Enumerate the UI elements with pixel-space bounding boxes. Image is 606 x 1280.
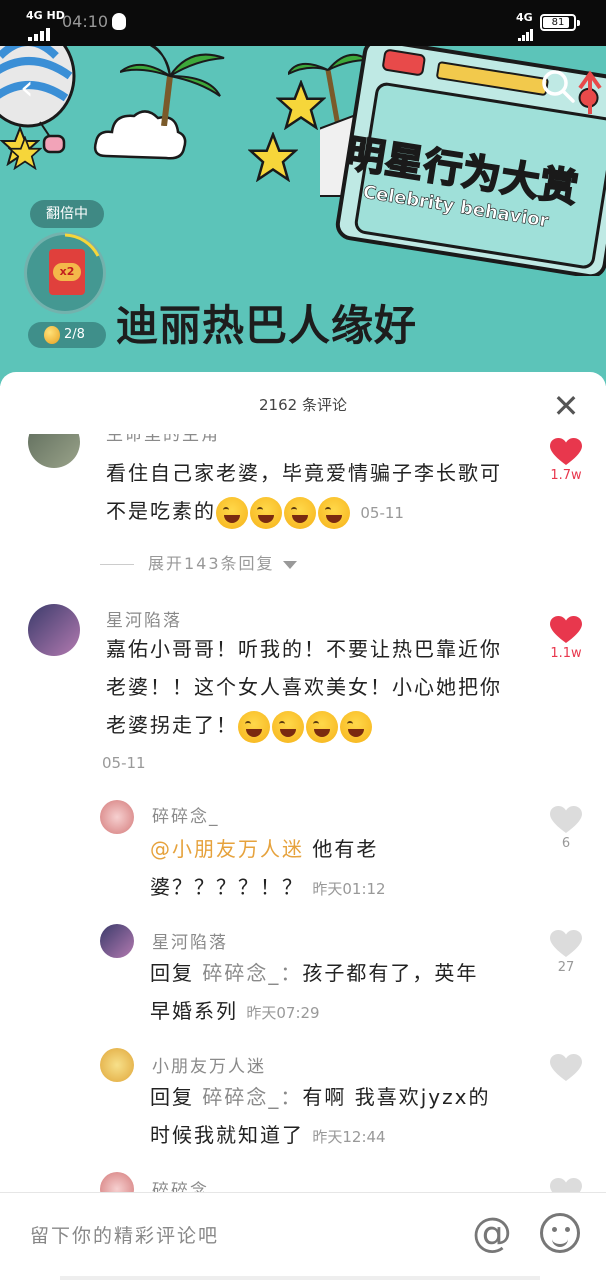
crying-emoji — [272, 710, 304, 743]
redeem-status-badge: 翻倍中 — [30, 200, 104, 228]
star-decoration-3 — [276, 80, 326, 130]
clock: 04:10 — [62, 12, 109, 31]
reply-body-line1: 孩子都有了，英年 — [302, 961, 479, 985]
battery-level: 81 — [551, 17, 565, 28]
reply-text: @小朋友万人迷 他有老 婆？？？？！？ 昨天01:12 — [150, 830, 490, 908]
expand-replies-button[interactable]: 展开143条回复 — [100, 550, 297, 574]
reply-body-line1: 有啊 我喜欢jyzx的 — [302, 1085, 491, 1109]
at-icon[interactable]: @ — [470, 1213, 514, 1257]
heart-icon — [550, 438, 582, 465]
comment-body: 嘉佑小哥哥！听我的！不要让热巴靠近你老婆！！这个女人喜欢美女！小心她把你老婆拐走… — [106, 637, 502, 737]
reply-target[interactable]: 碎碎念_： — [202, 961, 302, 985]
like-button[interactable]: 1.1w — [542, 616, 590, 661]
reply-prefix: 回复 — [150, 961, 194, 985]
like-count: 6 — [561, 836, 571, 851]
comment-username[interactable]: 生命里的主角 — [106, 434, 220, 445]
comment-text: 嘉佑小哥哥！听我的！不要让热巴靠近你老婆！！这个女人喜欢美女！小心她把你老婆拐走… — [106, 630, 510, 744]
coin-progress-badge: 2/8 — [28, 322, 106, 348]
reply-text: 回复 碎碎念_：有啊 我喜欢jyzx的 时候我就知道了 昨天12:44 — [150, 1078, 530, 1156]
reply-time: 昨天07:29 — [246, 1004, 320, 1022]
palm-tree-decoration — [120, 46, 225, 126]
heart-icon — [550, 1054, 582, 1081]
comment-text: 看住自己家老婆，毕竟爱情骗子李长歌可不是吃素的 05-11 — [106, 454, 516, 532]
divider — [60, 1276, 540, 1280]
reply-username[interactable]: 小朋友万人迷 — [152, 1052, 266, 1077]
star-decoration-4 — [248, 132, 298, 182]
close-icon[interactable]: ✕ — [548, 390, 584, 426]
battery-icon: 81 — [540, 14, 580, 31]
comment-sheet: 2162 条评论 ✕ 生命里的主角 看住自己家老婆，毕竟爱情骗子李长歌可不是吃素… — [0, 372, 606, 1280]
like-button[interactable] — [542, 1178, 590, 1192]
reply-username[interactable]: 碎碎念 — [152, 1176, 209, 1192]
comment-username[interactable]: 星河陷落 — [106, 606, 182, 631]
comment-count: 2162 条评论 — [259, 396, 347, 414]
reply-time: 昨天12:44 — [312, 1128, 386, 1146]
avatar[interactable] — [100, 800, 134, 834]
avatar[interactable] — [100, 1172, 134, 1192]
avatar[interactable] — [100, 924, 134, 958]
heart-icon — [550, 616, 582, 643]
laugh-cry-emoji — [250, 496, 282, 529]
reply-username[interactable]: 碎碎念_ — [152, 802, 220, 827]
comment-list[interactable]: 生命里的主角 看住自己家老婆，毕竟爱情骗子李长歌可不是吃素的 05-11 1.7… — [0, 434, 606, 1192]
reply-body-line2: 时候我就知道了 — [150, 1123, 304, 1147]
heart-icon — [550, 1178, 582, 1192]
comment-time: 05-11 — [360, 504, 404, 522]
like-button[interactable] — [542, 1054, 590, 1082]
reply-target[interactable]: 碎碎念_： — [202, 1085, 302, 1109]
heart-icon — [550, 930, 582, 957]
crying-emoji — [340, 710, 372, 743]
comment-time: 05-11 — [102, 754, 146, 772]
topic-banner: ‹ 明星行为大赏 Celebrity behavior 翻倍中 x2 2/8 迪… — [0, 46, 606, 386]
arrow-decoration — [578, 70, 602, 114]
reply-time: 昨天01:12 — [312, 880, 386, 898]
network-left-label: 4G HD — [26, 9, 65, 22]
comment-input[interactable]: 留下你的精彩评论吧 — [30, 1221, 219, 1248]
reply-text: 回复 碎碎念_：孩子都有了，英年 早婚系列 昨天07:29 — [150, 954, 510, 1032]
back-arrow-icon[interactable]: ‹ — [20, 70, 60, 110]
chevron-down-icon — [282, 560, 297, 569]
like-button[interactable]: 27 — [542, 930, 590, 975]
laugh-cry-emoji — [318, 496, 350, 529]
multiplier-badge: x2 — [53, 263, 81, 281]
star-decoration-2 — [8, 136, 42, 170]
signal-icon — [28, 22, 52, 41]
qq-notification-icon — [112, 13, 126, 30]
divider — [100, 564, 134, 565]
red-envelope-icon: x2 — [49, 249, 85, 295]
mention-link[interactable]: @小朋友万人迷 — [150, 837, 304, 861]
red-envelope-task[interactable]: x2 — [24, 232, 106, 314]
crying-emoji — [306, 710, 338, 743]
laugh-cry-emoji — [216, 496, 248, 529]
coin-progress-text: 2/8 — [64, 327, 85, 342]
laugh-cry-emoji — [284, 496, 316, 529]
like-button[interactable]: 6 — [542, 806, 590, 851]
avatar[interactable] — [28, 434, 80, 468]
coin-icon — [44, 326, 60, 344]
avatar[interactable] — [28, 604, 80, 656]
reply-username[interactable]: 星河陷落 — [152, 928, 228, 953]
like-count: 27 — [557, 960, 575, 975]
avatar[interactable] — [100, 1048, 134, 1082]
signal-icon-2 — [518, 22, 534, 41]
crying-emoji — [238, 710, 270, 743]
reply-prefix: 回复 — [150, 1085, 194, 1109]
like-count: 1.1w — [550, 646, 582, 661]
expand-label: 展开143条回复 — [148, 554, 275, 573]
reply-body-line2: 婆？？？？！？ — [150, 875, 304, 899]
emoji-icon[interactable] — [540, 1213, 580, 1253]
like-count: 1.7w — [550, 468, 582, 483]
search-icon[interactable] — [538, 66, 578, 106]
reply-body-line1: 他有老 — [312, 837, 379, 861]
comment-input-bar[interactable]: 留下你的精彩评论吧 @ — [0, 1192, 606, 1280]
reply-body-line2: 早婚系列 — [150, 999, 238, 1023]
topic-hashtag: 迪丽热巴人缘好 — [116, 301, 418, 350]
heart-icon — [550, 806, 582, 833]
like-button[interactable]: 1.7w — [542, 438, 590, 483]
comment-sheet-header: 2162 条评论 ✕ — [0, 372, 606, 434]
status-bar: 4G HD 04:10 4G 81 — [0, 0, 606, 46]
